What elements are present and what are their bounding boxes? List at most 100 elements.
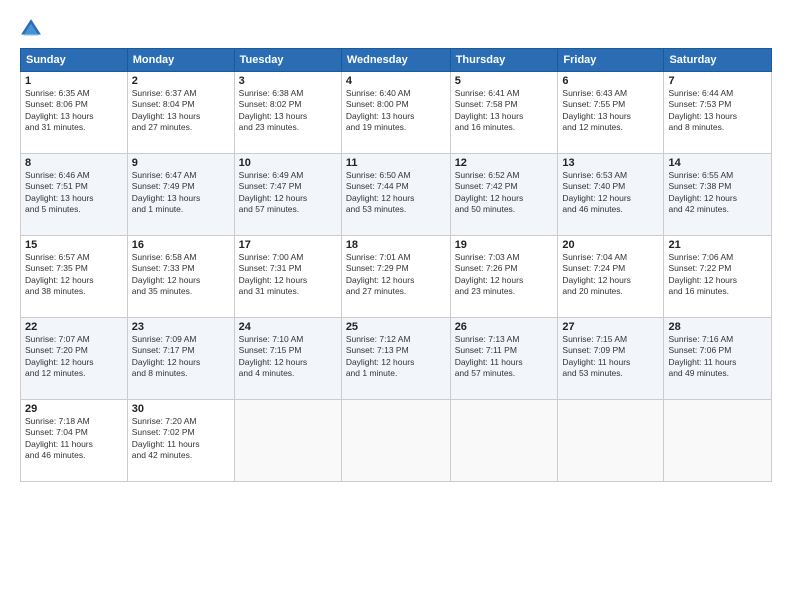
day-number: 17 — [239, 239, 337, 251]
day-info: Sunrise: 6:49 AM Sunset: 7:47 PM Dayligh… — [239, 170, 337, 216]
day-info: Sunrise: 6:53 AM Sunset: 7:40 PM Dayligh… — [562, 170, 659, 216]
day-number: 30 — [132, 403, 230, 415]
calendar-cell: 21Sunrise: 7:06 AM Sunset: 7:22 PM Dayli… — [664, 236, 772, 318]
day-info: Sunrise: 7:12 AM Sunset: 7:13 PM Dayligh… — [346, 334, 446, 380]
header — [20, 18, 772, 40]
day-info: Sunrise: 7:04 AM Sunset: 7:24 PM Dayligh… — [562, 252, 659, 298]
calendar-cell: 27Sunrise: 7:15 AM Sunset: 7:09 PM Dayli… — [558, 318, 664, 400]
calendar-cell: 4Sunrise: 6:40 AM Sunset: 8:00 PM Daylig… — [341, 72, 450, 154]
calendar-cell: 1Sunrise: 6:35 AM Sunset: 8:06 PM Daylig… — [21, 72, 128, 154]
weekday-header: Wednesday — [341, 49, 450, 72]
calendar-cell: 13Sunrise: 6:53 AM Sunset: 7:40 PM Dayli… — [558, 154, 664, 236]
day-number: 18 — [346, 239, 446, 251]
calendar-cell: 22Sunrise: 7:07 AM Sunset: 7:20 PM Dayli… — [21, 318, 128, 400]
calendar-cell — [234, 400, 341, 482]
day-number: 26 — [455, 321, 554, 333]
calendar-cell: 28Sunrise: 7:16 AM Sunset: 7:06 PM Dayli… — [664, 318, 772, 400]
day-number: 16 — [132, 239, 230, 251]
day-number: 15 — [25, 239, 123, 251]
weekday-header: Saturday — [664, 49, 772, 72]
day-number: 6 — [562, 75, 659, 87]
day-number: 5 — [455, 75, 554, 87]
day-info: Sunrise: 6:44 AM Sunset: 7:53 PM Dayligh… — [668, 88, 767, 134]
calendar-cell: 16Sunrise: 6:58 AM Sunset: 7:33 PM Dayli… — [127, 236, 234, 318]
day-number: 7 — [668, 75, 767, 87]
day-number: 3 — [239, 75, 337, 87]
calendar-cell: 25Sunrise: 7:12 AM Sunset: 7:13 PM Dayli… — [341, 318, 450, 400]
day-info: Sunrise: 6:58 AM Sunset: 7:33 PM Dayligh… — [132, 252, 230, 298]
day-info: Sunrise: 7:00 AM Sunset: 7:31 PM Dayligh… — [239, 252, 337, 298]
calendar-table: SundayMondayTuesdayWednesdayThursdayFrid… — [20, 48, 772, 482]
calendar-cell: 30Sunrise: 7:20 AM Sunset: 7:02 PM Dayli… — [127, 400, 234, 482]
day-number: 19 — [455, 239, 554, 251]
day-info: Sunrise: 6:38 AM Sunset: 8:02 PM Dayligh… — [239, 88, 337, 134]
day-info: Sunrise: 7:03 AM Sunset: 7:26 PM Dayligh… — [455, 252, 554, 298]
calendar-week-row: 15Sunrise: 6:57 AM Sunset: 7:35 PM Dayli… — [21, 236, 772, 318]
day-number: 1 — [25, 75, 123, 87]
calendar-cell: 12Sunrise: 6:52 AM Sunset: 7:42 PM Dayli… — [450, 154, 558, 236]
calendar-cell: 20Sunrise: 7:04 AM Sunset: 7:24 PM Dayli… — [558, 236, 664, 318]
day-info: Sunrise: 6:46 AM Sunset: 7:51 PM Dayligh… — [25, 170, 123, 216]
calendar-cell — [450, 400, 558, 482]
calendar-cell: 14Sunrise: 6:55 AM Sunset: 7:38 PM Dayli… — [664, 154, 772, 236]
calendar-cell: 18Sunrise: 7:01 AM Sunset: 7:29 PM Dayli… — [341, 236, 450, 318]
calendar-cell: 5Sunrise: 6:41 AM Sunset: 7:58 PM Daylig… — [450, 72, 558, 154]
calendar-cell: 23Sunrise: 7:09 AM Sunset: 7:17 PM Dayli… — [127, 318, 234, 400]
day-number: 14 — [668, 157, 767, 169]
calendar-cell: 6Sunrise: 6:43 AM Sunset: 7:55 PM Daylig… — [558, 72, 664, 154]
calendar-cell: 11Sunrise: 6:50 AM Sunset: 7:44 PM Dayli… — [341, 154, 450, 236]
weekday-header: Friday — [558, 49, 664, 72]
calendar-cell: 24Sunrise: 7:10 AM Sunset: 7:15 PM Dayli… — [234, 318, 341, 400]
day-number: 10 — [239, 157, 337, 169]
page: SundayMondayTuesdayWednesdayThursdayFrid… — [0, 0, 792, 612]
day-info: Sunrise: 6:55 AM Sunset: 7:38 PM Dayligh… — [668, 170, 767, 216]
calendar-cell: 29Sunrise: 7:18 AM Sunset: 7:04 PM Dayli… — [21, 400, 128, 482]
calendar-cell — [558, 400, 664, 482]
weekday-header: Monday — [127, 49, 234, 72]
calendar-cell: 2Sunrise: 6:37 AM Sunset: 8:04 PM Daylig… — [127, 72, 234, 154]
weekday-header: Tuesday — [234, 49, 341, 72]
day-info: Sunrise: 7:18 AM Sunset: 7:04 PM Dayligh… — [25, 416, 123, 462]
weekday-header: Sunday — [21, 49, 128, 72]
calendar-cell: 10Sunrise: 6:49 AM Sunset: 7:47 PM Dayli… — [234, 154, 341, 236]
day-number: 4 — [346, 75, 446, 87]
day-number: 24 — [239, 321, 337, 333]
day-info: Sunrise: 7:07 AM Sunset: 7:20 PM Dayligh… — [25, 334, 123, 380]
calendar-cell: 9Sunrise: 6:47 AM Sunset: 7:49 PM Daylig… — [127, 154, 234, 236]
day-info: Sunrise: 6:47 AM Sunset: 7:49 PM Dayligh… — [132, 170, 230, 216]
calendar-week-row: 22Sunrise: 7:07 AM Sunset: 7:20 PM Dayli… — [21, 318, 772, 400]
day-info: Sunrise: 6:41 AM Sunset: 7:58 PM Dayligh… — [455, 88, 554, 134]
day-info: Sunrise: 7:16 AM Sunset: 7:06 PM Dayligh… — [668, 334, 767, 380]
day-info: Sunrise: 7:20 AM Sunset: 7:02 PM Dayligh… — [132, 416, 230, 462]
day-number: 29 — [25, 403, 123, 415]
day-number: 8 — [25, 157, 123, 169]
day-number: 13 — [562, 157, 659, 169]
calendar-cell: 7Sunrise: 6:44 AM Sunset: 7:53 PM Daylig… — [664, 72, 772, 154]
calendar-header-row: SundayMondayTuesdayWednesdayThursdayFrid… — [21, 49, 772, 72]
day-info: Sunrise: 7:13 AM Sunset: 7:11 PM Dayligh… — [455, 334, 554, 380]
day-info: Sunrise: 6:40 AM Sunset: 8:00 PM Dayligh… — [346, 88, 446, 134]
day-info: Sunrise: 6:35 AM Sunset: 8:06 PM Dayligh… — [25, 88, 123, 134]
day-info: Sunrise: 6:52 AM Sunset: 7:42 PM Dayligh… — [455, 170, 554, 216]
day-number: 2 — [132, 75, 230, 87]
day-info: Sunrise: 7:06 AM Sunset: 7:22 PM Dayligh… — [668, 252, 767, 298]
calendar-cell: 8Sunrise: 6:46 AM Sunset: 7:51 PM Daylig… — [21, 154, 128, 236]
calendar-week-row: 29Sunrise: 7:18 AM Sunset: 7:04 PM Dayli… — [21, 400, 772, 482]
day-number: 9 — [132, 157, 230, 169]
logo — [20, 18, 46, 40]
day-number: 25 — [346, 321, 446, 333]
day-number: 11 — [346, 157, 446, 169]
calendar-cell: 19Sunrise: 7:03 AM Sunset: 7:26 PM Dayli… — [450, 236, 558, 318]
calendar-cell — [664, 400, 772, 482]
day-info: Sunrise: 7:10 AM Sunset: 7:15 PM Dayligh… — [239, 334, 337, 380]
day-number: 12 — [455, 157, 554, 169]
day-info: Sunrise: 6:43 AM Sunset: 7:55 PM Dayligh… — [562, 88, 659, 134]
day-number: 21 — [668, 239, 767, 251]
calendar-cell: 26Sunrise: 7:13 AM Sunset: 7:11 PM Dayli… — [450, 318, 558, 400]
day-info: Sunrise: 6:37 AM Sunset: 8:04 PM Dayligh… — [132, 88, 230, 134]
day-number: 20 — [562, 239, 659, 251]
day-number: 22 — [25, 321, 123, 333]
logo-icon — [20, 18, 42, 40]
calendar-cell — [341, 400, 450, 482]
calendar-cell: 17Sunrise: 7:00 AM Sunset: 7:31 PM Dayli… — [234, 236, 341, 318]
